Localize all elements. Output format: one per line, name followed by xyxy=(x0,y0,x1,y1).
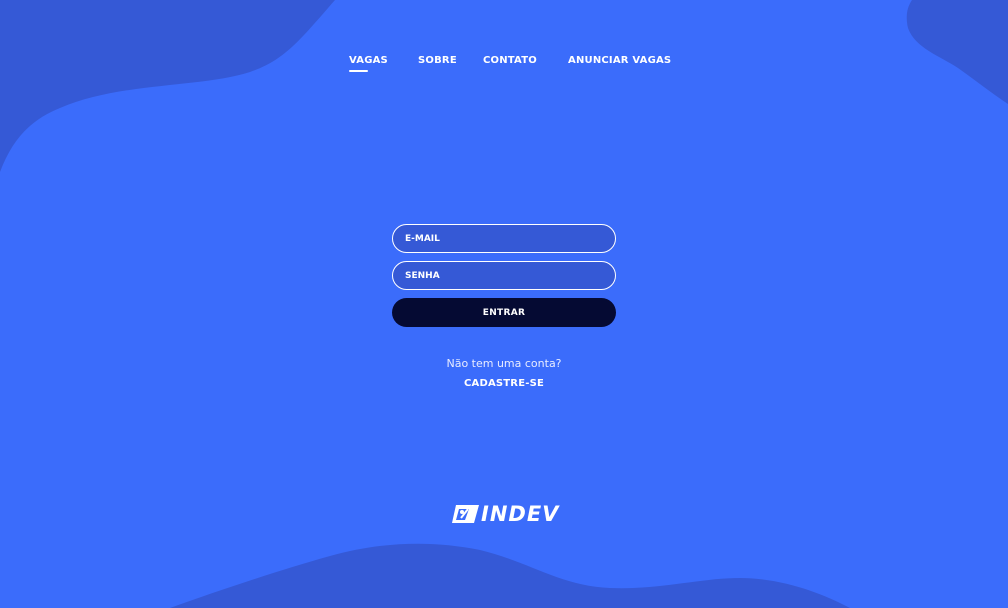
nav-item-vagas[interactable]: VAGAS xyxy=(349,55,388,72)
signup-link[interactable]: CADASTRE-SE xyxy=(464,378,544,389)
signup-prompt: Não tem uma conta? xyxy=(446,357,562,370)
nav-item-label: SOBRE xyxy=(418,55,457,66)
nav-item-label: ANUNCIAR VAGAS xyxy=(568,55,672,66)
login-button[interactable]: ENTRAR xyxy=(392,298,616,327)
nav-item-anunciar-vagas[interactable]: ANUNCIAR VAGAS xyxy=(568,55,671,66)
password-field[interactable] xyxy=(392,261,616,290)
nav-item-label: CONTATO xyxy=(483,55,537,66)
top-nav: VAGAS SOBRE CONTATO ANUNCIAR VAGAS xyxy=(0,55,1008,75)
signup-section: Não tem uma conta? CADASTRE-SE xyxy=(404,357,604,391)
active-underline xyxy=(349,70,368,72)
logo-mark-icon xyxy=(452,505,479,523)
nav-item-label: VAGAS xyxy=(349,55,388,66)
nav-item-contato[interactable]: CONTATO xyxy=(483,55,537,66)
login-form: ENTRAR xyxy=(392,224,616,327)
login-page: VAGAS SOBRE CONTATO ANUNCIAR VAGAS ENTRA… xyxy=(0,0,1008,608)
footer-logo: INDEV xyxy=(452,503,559,525)
email-field[interactable] xyxy=(392,224,616,253)
nav-item-sobre[interactable]: SOBRE xyxy=(418,55,457,66)
logo-text: INDEV xyxy=(481,502,560,526)
